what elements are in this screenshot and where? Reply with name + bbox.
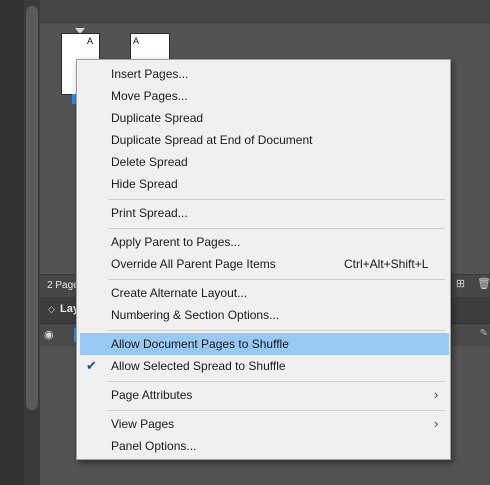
menu-item-move-pages[interactable]: Move Pages... xyxy=(80,85,449,107)
menu-item-label: Allow Document Pages to Shuffle xyxy=(111,337,289,351)
page-parent-label: A xyxy=(86,36,93,46)
menu-item-create-alternate-layout[interactable]: Create Alternate Layout... xyxy=(80,282,449,304)
menu-item-label: Insert Pages... xyxy=(111,67,189,81)
menu-item-numbering-section[interactable]: Numbering & Section Options... xyxy=(80,304,449,326)
menu-item-label: Page Attributes xyxy=(111,388,193,402)
menu-item-label: Duplicate Spread at End of Document xyxy=(111,133,313,147)
menu-item-label: View Pages xyxy=(111,417,175,431)
collapse-toggle-icon[interactable]: ◇ xyxy=(48,304,55,315)
menu-item-delete-spread[interactable]: Delete Spread xyxy=(80,151,449,173)
scrollbar-thumb[interactable] xyxy=(26,6,38,410)
menu-item-label: Override All Parent Page Items xyxy=(111,257,276,271)
menu-item-shortcut: Ctrl+Alt+Shift+L xyxy=(344,257,429,271)
eye-icon[interactable]: ◉ xyxy=(44,329,56,341)
menu-item-duplicate-spread[interactable]: Duplicate Spread xyxy=(80,107,449,129)
menu-item-view-pages[interactable]: View Pages › xyxy=(80,413,449,435)
context-menu: Insert Pages... Move Pages... Duplicate … xyxy=(76,59,451,460)
menu-item-label: Numbering & Section Options... xyxy=(111,308,280,322)
menu-item-duplicate-spread-at-end[interactable]: Duplicate Spread at End of Document xyxy=(80,129,449,151)
menu-item-label: Hide Spread xyxy=(111,177,178,191)
menu-separator xyxy=(108,381,445,382)
menu-item-label: Create Alternate Layout... xyxy=(111,286,248,300)
menu-item-hide-spread[interactable]: Hide Spread xyxy=(80,173,449,195)
menu-separator xyxy=(108,330,445,331)
left-toolbar-strip xyxy=(0,0,24,485)
menu-item-insert-pages[interactable]: Insert Pages... xyxy=(80,63,449,85)
menu-item-apply-parent[interactable]: Apply Parent to Pages... xyxy=(80,231,449,253)
menu-item-label: Apply Parent to Pages... xyxy=(111,235,241,249)
panel-header-bar xyxy=(40,0,490,23)
menu-separator xyxy=(108,410,445,411)
chevron-right-icon: › xyxy=(434,416,439,431)
menu-item-label: Delete Spread xyxy=(111,155,188,169)
menu-item-label: Move Pages... xyxy=(111,89,188,103)
menu-separator xyxy=(108,228,445,229)
menu-separator xyxy=(108,199,445,200)
pen-icon: ✎ xyxy=(479,328,488,339)
page-parent-label: A xyxy=(133,36,140,46)
new-page-icon[interactable]: ⊞ xyxy=(454,278,467,291)
menu-separator xyxy=(108,279,445,280)
menu-item-panel-options[interactable]: Panel Options... xyxy=(80,435,449,457)
menu-item-print-spread[interactable]: Print Spread... xyxy=(80,202,449,224)
menu-item-label: Allow Selected Spread to Shuffle xyxy=(111,359,286,373)
checkmark-icon: ✔ xyxy=(86,358,97,373)
menu-item-allow-document-pages-shuffle[interactable]: Allow Document Pages to Shuffle xyxy=(80,333,449,355)
menu-item-label: Duplicate Spread xyxy=(111,111,204,125)
chevron-right-icon: › xyxy=(434,387,439,402)
menu-item-page-attributes[interactable]: Page Attributes › xyxy=(80,384,449,406)
menu-item-override-parent-items[interactable]: Override All Parent Page Items Ctrl+Alt+… xyxy=(80,253,449,275)
menu-item-label: Print Spread... xyxy=(111,206,188,220)
menu-item-label: Panel Options... xyxy=(111,439,197,453)
trash-icon[interactable]: 🗑 xyxy=(477,278,490,291)
menu-item-allow-selected-spread-shuffle[interactable]: ✔ Allow Selected Spread to Shuffle xyxy=(80,355,449,377)
